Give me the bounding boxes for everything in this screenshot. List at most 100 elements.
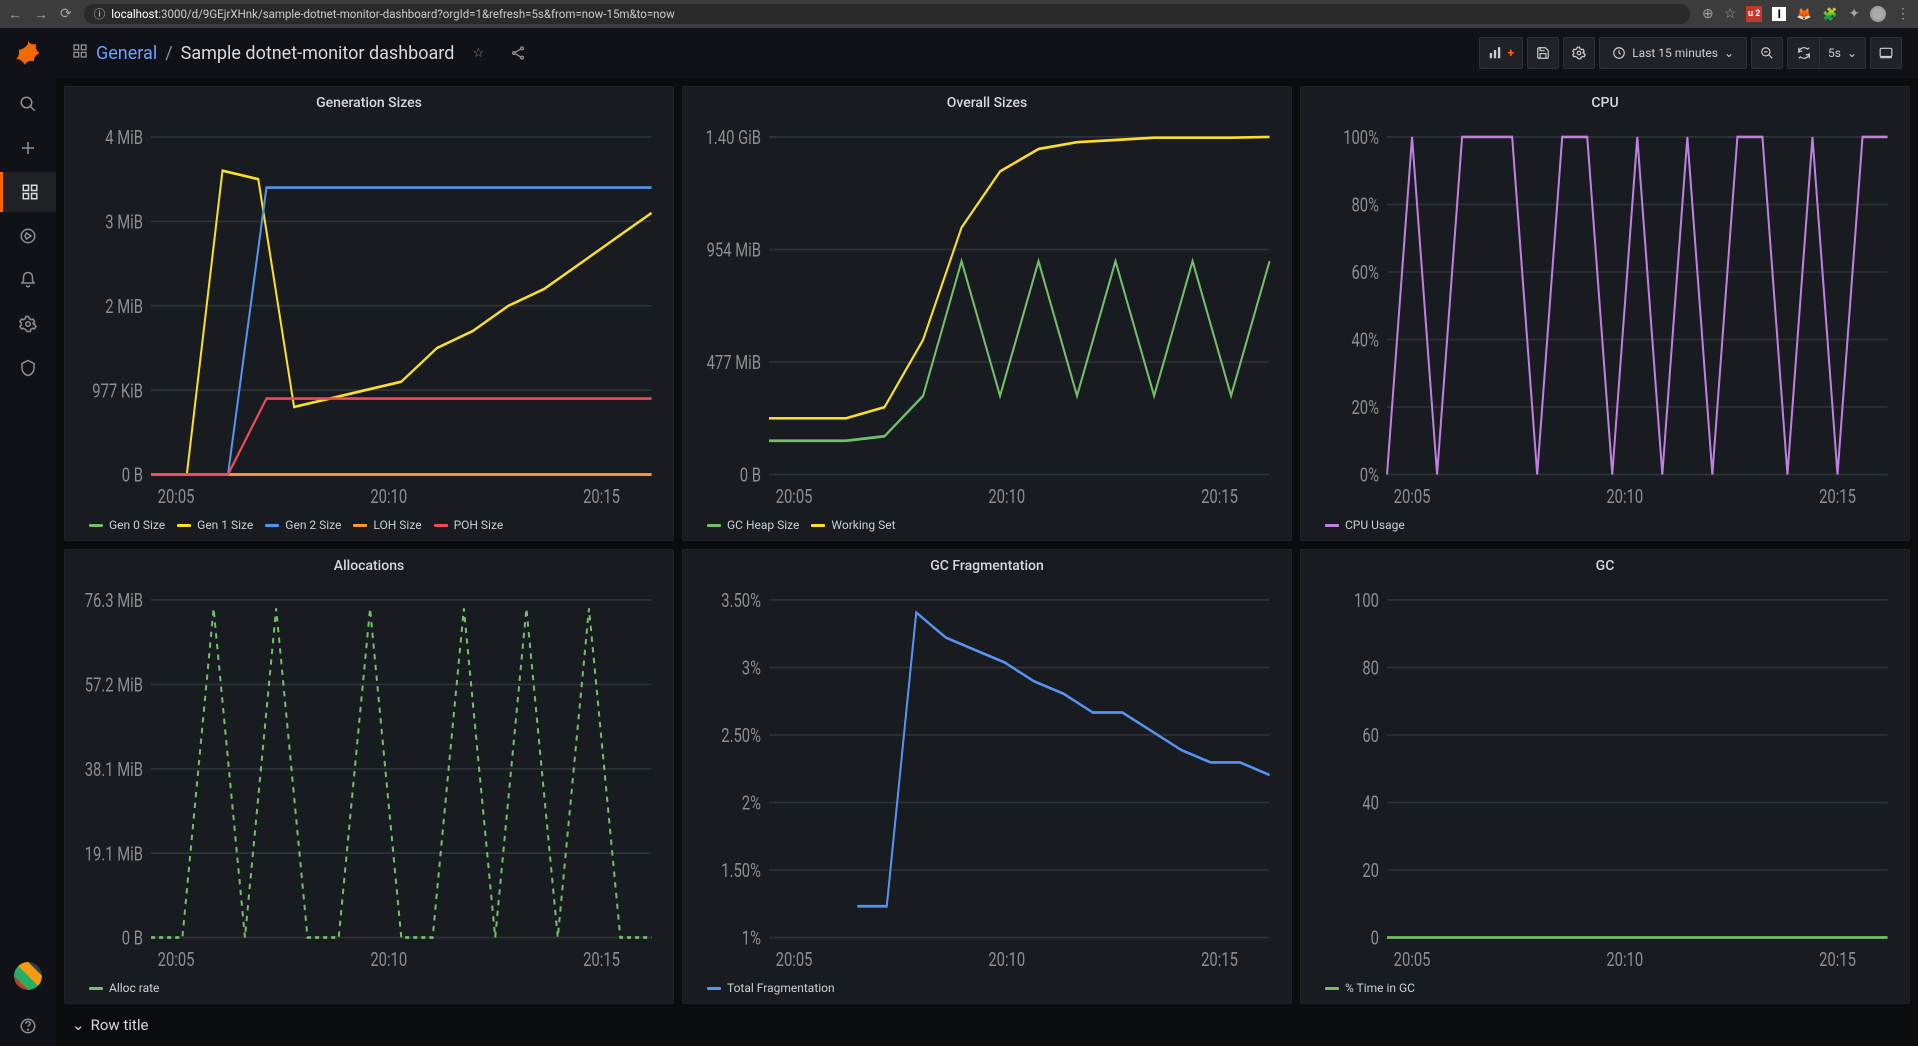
legend-label: POH Size [454,518,504,532]
browser-url-bar[interactable]: ⓘ localhost:3000/d/9GEjrXHnk/sample-dotn… [84,4,1690,24]
legend-item[interactable]: Gen 0 Size [89,518,165,532]
legend-label: Gen 1 Size [197,518,253,532]
browser-forward-icon[interactable]: → [34,6,48,23]
legend-item[interactable]: Working Set [811,518,895,532]
browser-back-icon[interactable]: ← [8,6,22,23]
svg-text:40: 40 [1362,793,1379,816]
svg-text:0 B: 0 B [122,928,143,951]
alerting-nav[interactable] [0,260,56,300]
add-panel-button[interactable]: + [1479,37,1524,69]
svg-text:60: 60 [1362,725,1379,748]
svg-text:60%: 60% [1352,262,1380,285]
svg-text:38.1 MiB: 38.1 MiB [85,759,143,782]
legend-swatch [89,524,103,527]
svg-text:20:10: 20:10 [1606,949,1643,972]
chart-area[interactable]: 02040608010020:0520:1020:15 [1309,582,1901,977]
panel-cpu[interactable]: CPU 0%20%40%60%80%100%20:0520:1020:15 CPU … [1300,86,1910,541]
page-title: Sample dotnet-monitor dashboard [181,43,455,64]
breadcrumb-root[interactable]: General [96,43,157,64]
legend-label: Working Set [831,518,895,532]
svg-text:2%: 2% [742,793,761,816]
svg-text:20%: 20% [1352,397,1380,420]
dashboards-icon[interactable] [72,43,88,63]
create-nav[interactable] [0,128,56,168]
svg-text:2 MiB: 2 MiB [105,296,143,319]
panel-overall_sizes[interactable]: Overall Sizes0 B477 MiB954 MiB1.40 GiB20… [682,86,1292,541]
svg-text:20:10: 20:10 [988,949,1025,972]
grafana-logo-icon[interactable] [12,36,44,68]
panel-gen_sizes[interactable]: Generation Sizes0 B977 KiB2 MiB3 MiB4 Mi… [64,86,674,541]
svg-text:0 B: 0 B [122,465,143,488]
svg-text:20:10: 20:10 [370,949,407,972]
legend-swatch [1325,524,1339,527]
chevron-down-icon: ⌄ [1724,46,1734,60]
legend-label: % Time in GC [1345,981,1415,995]
browser-reload-icon[interactable]: ⟳ [60,6,72,22]
refresh-button[interactable] [1787,37,1819,69]
panel-gc_frag[interactable]: GC Fragmentation1%1.50%2%2.50%3%3.50%20:… [682,549,1292,1004]
legend: CPU Usage [1309,514,1901,532]
explore-nav[interactable] [0,216,56,256]
zoom-out-button[interactable] [1751,37,1783,69]
panel-allocations[interactable]: Allocations0 B19.1 MiB38.1 MiB57.2 MiB76… [64,549,674,1004]
legend-item[interactable]: POH Size [434,518,504,532]
svg-text:80: 80 [1362,658,1379,681]
ext-icon-1[interactable]: 🦊 [1796,6,1812,22]
legend-item[interactable]: Alloc rate [89,981,159,995]
svg-text:19.1 MiB: 19.1 MiB [85,843,143,866]
bookmark-star-icon[interactable]: ☆ [1724,6,1737,22]
legend-item[interactable]: LOH Size [353,518,421,532]
panel-title: GC [1309,558,1901,574]
extensions-puzzle-icon[interactable]: ✦ [1848,6,1860,22]
svg-text:20:05: 20:05 [158,486,195,509]
legend-swatch [89,987,103,990]
browser-extensions: ⊕ ☆ u 2 I 🦊 🧩 ✦ ⋮ [1702,6,1910,22]
settings-button[interactable] [1563,37,1595,69]
svg-text:477 MiB: 477 MiB [707,352,761,375]
help-nav[interactable] [0,1006,56,1046]
legend-item[interactable]: Total Fragmentation [707,981,835,995]
chart-area[interactable]: 0 B977 KiB2 MiB3 MiB4 MiB20:0520:1020:15 [73,119,665,514]
legend: GC Heap Size Working Set [691,514,1283,532]
profile-avatar-icon[interactable] [1870,6,1886,22]
svg-text:1.50%: 1.50% [721,860,761,883]
admin-nav[interactable] [0,348,56,388]
svg-text:4 MiB: 4 MiB [105,127,143,150]
panel-title: CPU [1309,95,1901,111]
legend: Gen 0 Size Gen 1 Size Gen 2 Size LOH Size PO… [73,514,665,532]
svg-text:2.50%: 2.50% [721,725,761,748]
legend-item[interactable]: Gen 1 Size [177,518,253,532]
legend-item[interactable]: GC Heap Size [707,518,799,532]
view-mode-button[interactable] [1870,37,1902,69]
dashboard-header: General / Sample dotnet-monitor dashboar… [56,28,1918,78]
config-nav[interactable] [0,304,56,344]
dashboards-nav[interactable] [0,172,56,212]
user-avatar[interactable] [14,962,42,990]
svg-text:20:10: 20:10 [1606,486,1643,509]
chart-area[interactable]: 0%20%40%60%80%100%20:0520:1020:15 [1309,119,1901,514]
chart-area[interactable]: 1%1.50%2%2.50%3%3.50%20:0520:1020:15 [691,582,1283,977]
ublock-ext-icon[interactable]: u 2 [1746,6,1762,22]
legend-swatch [265,524,279,527]
legend: % Time in GC [1309,977,1901,995]
onepassword-ext-icon[interactable]: I [1772,7,1786,21]
legend-label: Gen 2 Size [285,518,341,532]
browser-menu-icon[interactable]: ⋮ [1896,6,1910,22]
favorite-icon[interactable]: ☆ [462,37,494,69]
legend-item[interactable]: % Time in GC [1325,981,1415,995]
search-nav[interactable] [0,84,56,124]
refresh-interval-picker[interactable]: 5s ⌄ [1819,37,1866,69]
row-toggle[interactable]: ⌄Row title [64,1012,1910,1038]
save-button[interactable] [1527,37,1559,69]
legend-label: GC Heap Size [727,518,799,532]
legend-item[interactable]: CPU Usage [1325,518,1405,532]
chart-area[interactable]: 0 B477 MiB954 MiB1.40 GiB20:0520:1020:15 [691,119,1283,514]
time-range-picker[interactable]: Last 15 minutes ⌄ [1599,37,1747,69]
ext-icon-2[interactable]: 🧩 [1822,6,1838,22]
sidebar [0,28,56,1046]
share-icon[interactable] [502,37,534,69]
chart-area[interactable]: 0 B19.1 MiB38.1 MiB57.2 MiB76.3 MiB20:05… [73,582,665,977]
zoom-icon[interactable]: ⊕ [1702,6,1714,22]
panel-gc[interactable]: GC02040608010020:0520:1020:15% Time in G… [1300,549,1910,1004]
legend-item[interactable]: Gen 2 Size [265,518,341,532]
